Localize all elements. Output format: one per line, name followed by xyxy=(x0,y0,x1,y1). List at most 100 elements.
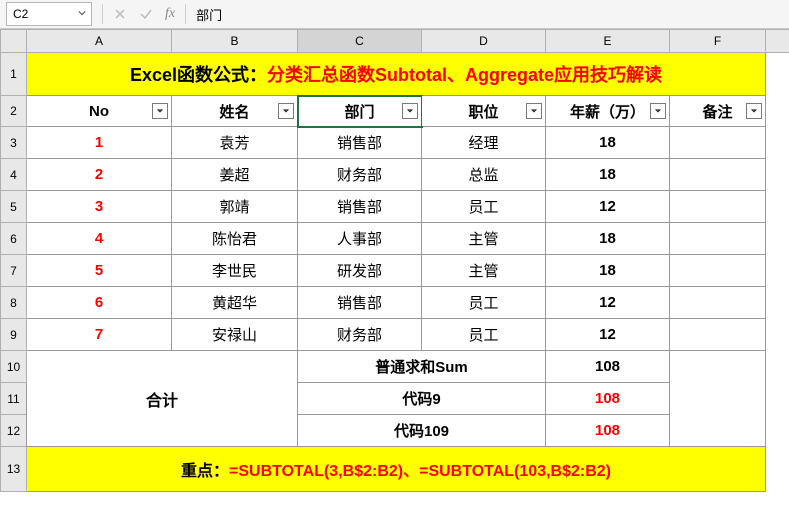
cell-dept[interactable]: 人事部 xyxy=(298,223,422,255)
cell-name[interactable]: 李世民 xyxy=(172,255,298,287)
cell-role[interactable]: 员工 xyxy=(422,287,546,319)
total-label[interactable]: 合计 xyxy=(27,351,298,447)
cell-note[interactable] xyxy=(670,191,766,223)
cell-name[interactable]: 姜超 xyxy=(172,159,298,191)
cell-dept[interactable]: 销售部 xyxy=(298,127,422,159)
header-no[interactable]: No xyxy=(27,96,172,127)
header-salary[interactable]: 年薪（万） xyxy=(546,96,670,127)
separator xyxy=(102,4,103,24)
column-header[interactable]: C xyxy=(298,30,422,53)
row-header[interactable]: 5 xyxy=(1,191,27,223)
cell-no[interactable]: 1 xyxy=(27,127,172,159)
header-name[interactable]: 姓名 xyxy=(172,96,298,127)
confirm-icon[interactable] xyxy=(137,5,155,23)
total-line-label[interactable]: 普通求和Sum xyxy=(298,351,546,383)
row-header[interactable]: 1 xyxy=(1,53,27,96)
cell-role[interactable]: 主管 xyxy=(422,223,546,255)
cell-role[interactable]: 员工 xyxy=(422,319,546,351)
name-box-dropdown[interactable] xyxy=(75,6,89,20)
total-line-value[interactable]: 108 xyxy=(546,415,670,447)
cell-dept[interactable]: 财务部 xyxy=(298,319,422,351)
cell-no[interactable]: 5 xyxy=(27,255,172,287)
filter-icon[interactable] xyxy=(278,103,294,119)
name-box[interactable]: C2 xyxy=(6,2,92,26)
cell-note[interactable] xyxy=(670,127,766,159)
cell-dept[interactable]: 销售部 xyxy=(298,287,422,319)
cell-role[interactable]: 经理 xyxy=(422,127,546,159)
header-role[interactable]: 职位 xyxy=(422,96,546,127)
cell-no[interactable]: 4 xyxy=(27,223,172,255)
formula-value[interactable]: 部门 xyxy=(190,5,789,24)
column-header[interactable]: E xyxy=(546,30,670,53)
cell-note[interactable] xyxy=(670,159,766,191)
cell-name[interactable]: 安禄山 xyxy=(172,319,298,351)
row-header[interactable]: 10 xyxy=(1,351,27,383)
cell-no[interactable]: 2 xyxy=(27,159,172,191)
filter-icon[interactable] xyxy=(402,103,418,119)
filter-icon[interactable] xyxy=(526,103,542,119)
table-row: 31袁芳销售部经理18 xyxy=(1,127,789,159)
cell-salary[interactable]: 12 xyxy=(546,287,670,319)
row-header[interactable]: 4 xyxy=(1,159,27,191)
cell-name[interactable]: 袁芳 xyxy=(172,127,298,159)
column-header[interactable]: B xyxy=(172,30,298,53)
cell-salary[interactable]: 12 xyxy=(546,191,670,223)
column-header[interactable]: A xyxy=(27,30,172,53)
select-all-corner[interactable] xyxy=(1,30,27,53)
row-header[interactable]: 6 xyxy=(1,223,27,255)
row-header[interactable]: 2 xyxy=(1,96,27,127)
spreadsheet-grid: ABCDEF 1 Excel函数公式：分类汇总函数Subtotal、Aggreg… xyxy=(0,29,789,492)
total-line-label[interactable]: 代码9 xyxy=(298,383,546,415)
header-dept[interactable]: 部门 xyxy=(298,96,422,127)
column-header[interactable]: D xyxy=(422,30,546,53)
cell-note[interactable] xyxy=(670,319,766,351)
filter-icon[interactable] xyxy=(650,103,666,119)
filter-icon[interactable] xyxy=(746,103,762,119)
footer-black: 重点： xyxy=(181,463,229,480)
cell-salary[interactable]: 18 xyxy=(546,159,670,191)
cell-no[interactable]: 6 xyxy=(27,287,172,319)
row-header[interactable]: 9 xyxy=(1,319,27,351)
cell-role[interactable]: 总监 xyxy=(422,159,546,191)
note-blank[interactable] xyxy=(670,351,766,447)
cell-salary[interactable]: 12 xyxy=(546,319,670,351)
row-header[interactable]: 7 xyxy=(1,255,27,287)
fx-label[interactable]: fx xyxy=(159,6,181,22)
total-line-value[interactable]: 108 xyxy=(546,383,670,415)
table-row: 42姜超财务部总监18 xyxy=(1,159,789,191)
row-header[interactable]: 8 xyxy=(1,287,27,319)
total-line-label[interactable]: 代码109 xyxy=(298,415,546,447)
cell-note[interactable] xyxy=(670,223,766,255)
cell-name[interactable]: 黄超华 xyxy=(172,287,298,319)
row-header[interactable]: 11 xyxy=(1,383,27,415)
column-header[interactable] xyxy=(766,30,789,53)
footer-cell[interactable]: 重点：=SUBTOTAL(3,B$2:B2)、=SUBTOTAL(103,B$2… xyxy=(27,447,766,492)
cell-no[interactable]: 7 xyxy=(27,319,172,351)
cell-role[interactable]: 员工 xyxy=(422,191,546,223)
filter-icon[interactable] xyxy=(152,103,168,119)
row-header[interactable]: 3 xyxy=(1,127,27,159)
gutter xyxy=(766,447,789,492)
row-2: 2 No 姓名 部门 职位 年薪（万） 备注 xyxy=(1,96,789,127)
row-header[interactable]: 13 xyxy=(1,447,27,492)
cell-name[interactable]: 陈怡君 xyxy=(172,223,298,255)
cell-role[interactable]: 主管 xyxy=(422,255,546,287)
header-note[interactable]: 备注 xyxy=(670,96,766,127)
cell-note[interactable] xyxy=(670,287,766,319)
row-header[interactable]: 12 xyxy=(1,415,27,447)
cell-dept[interactable]: 财务部 xyxy=(298,159,422,191)
cell-no[interactable]: 3 xyxy=(27,191,172,223)
cancel-icon[interactable] xyxy=(111,5,129,23)
cell-name[interactable]: 郭靖 xyxy=(172,191,298,223)
total-line-value[interactable]: 108 xyxy=(546,351,670,383)
cell-note[interactable] xyxy=(670,255,766,287)
cell-dept[interactable]: 研发部 xyxy=(298,255,422,287)
cell-salary[interactable]: 18 xyxy=(546,223,670,255)
cell-dept[interactable]: 销售部 xyxy=(298,191,422,223)
cell-salary[interactable]: 18 xyxy=(546,255,670,287)
separator xyxy=(185,4,186,24)
cell-salary[interactable]: 18 xyxy=(546,127,670,159)
column-header[interactable]: F xyxy=(670,30,766,53)
title-cell[interactable]: Excel函数公式：分类汇总函数Subtotal、Aggregate应用技巧解读 xyxy=(27,53,766,96)
table-row: 75李世民研发部主管18 xyxy=(1,255,789,287)
